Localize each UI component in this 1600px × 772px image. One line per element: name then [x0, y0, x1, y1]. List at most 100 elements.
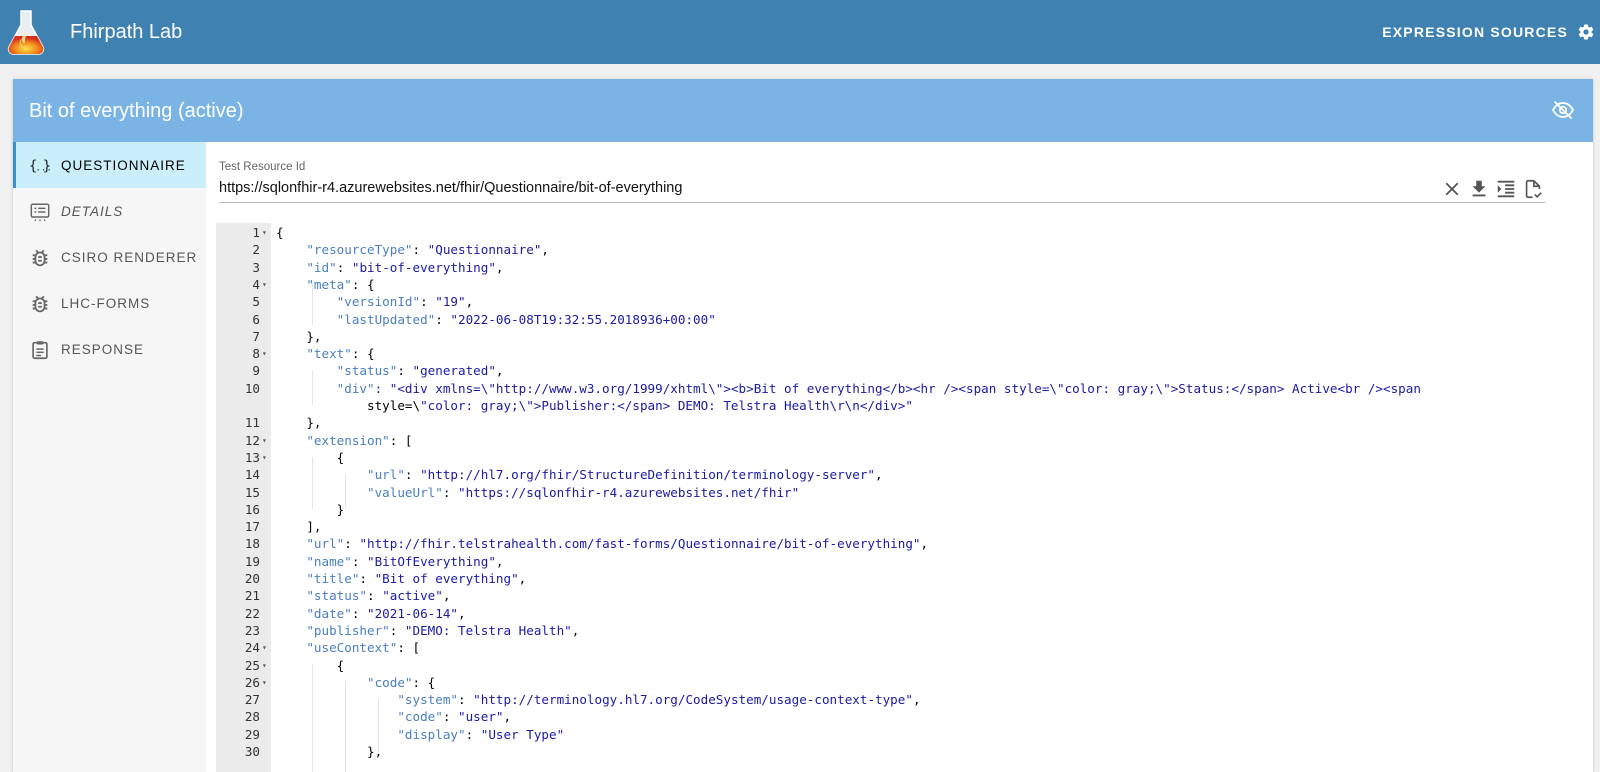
line-number: 29 [244, 726, 260, 742]
code-text: style=\"color: gray;\">Publisher:</span>… [276, 398, 913, 413]
code-text: "div": "<div xmlns=\"http://www.w3.org/1… [336, 380, 1421, 396]
fold-toggle-icon[interactable]: ▾ [262, 449, 267, 466]
fold-toggle-icon[interactable]: ▾ [262, 657, 267, 674]
code-text: "code": { [367, 674, 436, 690]
line-number: 1 [252, 225, 260, 240]
fold-toggle-icon[interactable]: ▾ [262, 674, 267, 691]
code-text: "system": "http://terminology.hl7.org/Co… [397, 692, 921, 708]
line-number: 8 [252, 346, 260, 362]
fold-toggle-icon[interactable]: ▾ [262, 639, 267, 656]
input-underline [219, 202, 1545, 203]
clipboard-icon [32, 341, 48, 360]
line-number: 18 [244, 536, 260, 552]
line-number: 27 [244, 692, 260, 708]
code-text: "status": "generated", [336, 363, 504, 379]
file-check-icon[interactable] [1522, 178, 1544, 200]
test-resource-id-input[interactable]: https://sqlonfhir-r4.azurewebsites.net/f… [219, 179, 1439, 197]
code-text: "valueUrl": "https://sqlonfhir-r4.azurew… [367, 484, 800, 500]
line-number: 6 [252, 311, 260, 327]
download-icon[interactable] [1468, 178, 1490, 200]
bug-report-icon [32, 295, 48, 313]
code-text: "meta": { [306, 276, 375, 292]
line-number: 26 [244, 674, 260, 690]
sidebar-item-response[interactable]: RESPONSE [13, 326, 206, 372]
line-number: 22 [244, 605, 260, 621]
card-header: Bit of everything (active) [13, 79, 1593, 142]
json-braces-icon: { ... } [29, 159, 51, 175]
card-title: Bit of everything (active) [29, 100, 244, 122]
code-text: "versionId": "19", [336, 294, 474, 310]
list-details-icon [30, 203, 50, 222]
line-number: 11 [244, 415, 260, 431]
line-number: 12 [244, 432, 260, 448]
fold-toggle-icon[interactable]: ▾ [262, 345, 267, 362]
line-number: 19 [244, 553, 260, 569]
line-number: 23 [244, 622, 260, 638]
gear-icon[interactable] [1577, 23, 1595, 41]
json-code-editor[interactable]: 1 ▾{2 "resourceType": "Questionnaire", 3 "… [216, 223, 1593, 772]
code-text: "status": "active", [306, 588, 451, 604]
expression-sources-button[interactable]: EXPRESSION SOURCES [1382, 24, 1568, 40]
sidebar-item-label: LHC-FORMS [61, 296, 151, 311]
code-text: "resourceType": "Questionnaire", [306, 242, 549, 258]
line-number: 4 [252, 276, 260, 292]
code-text: "date": "2021-06-14", [306, 605, 466, 621]
questionnaire-card: Bit of everything (active) { ... } QUEST… [13, 79, 1593, 772]
bug-report-icon [32, 249, 48, 267]
line-number: 16 [244, 501, 260, 517]
line-number: 13 [244, 449, 260, 465]
line-number: 25 [244, 657, 260, 673]
visibility-off-icon[interactable] [1551, 98, 1575, 122]
format-indent-icon[interactable] [1495, 178, 1517, 200]
line-number: 10 [244, 380, 260, 396]
sidebar-item-csiro-renderer[interactable]: CSIRO RENDERER [13, 234, 206, 280]
code-text: "id": "bit-of-everything", [306, 259, 504, 275]
flask-logo-icon[interactable] [6, 8, 46, 56]
app-title: Fhirpath Lab [70, 21, 183, 43]
code-text: "url": "http://hl7.org/fhir/StructureDef… [367, 467, 883, 483]
line-number: 3 [252, 259, 260, 275]
sidebar-item-label: QUESTIONNAIRE [61, 158, 186, 173]
code-text: } [276, 501, 345, 517]
code-text: ], [276, 519, 322, 535]
sidebar-item-questionnaire[interactable]: { ... } QUESTIONNAIRE [13, 142, 206, 188]
line-number: 5 [252, 294, 260, 310]
sidebar-item-label: CSIRO RENDERER [61, 250, 198, 265]
sidebar-item-details[interactable]: DETAILS [13, 188, 206, 234]
sidebar-item-lhc-forms[interactable]: LHC-FORMS [13, 280, 206, 326]
code-text: "text": { [306, 346, 375, 362]
code-text: }, [276, 328, 322, 344]
line-number: 14 [244, 467, 260, 483]
line-number: 30 [244, 744, 260, 759]
line-number: 7 [252, 328, 260, 344]
clear-icon[interactable] [1441, 178, 1463, 200]
code-text: }, [276, 415, 322, 431]
fold-toggle-icon[interactable]: ▾ [262, 276, 267, 293]
fold-toggle-icon[interactable]: ▾ [262, 224, 267, 241]
code-text: "name": "BitOfEverything", [306, 553, 504, 569]
code-text: "display": "User Type" [397, 726, 565, 742]
svg-text:}: } [43, 159, 51, 175]
app-bar: Fhirpath Lab EXPRESSION SOURCES [0, 0, 1600, 64]
code-text: "title": "Bit of everything", [306, 571, 527, 586]
code-text: "url": "http://fhir.telstrahealth.com/fa… [306, 536, 929, 552]
sidebar-item-label: RESPONSE [61, 342, 145, 357]
code-text: "useContext": [ [306, 640, 421, 656]
code-text: }, [276, 744, 383, 759]
line-number: 15 [244, 484, 260, 500]
code-text: "publisher": "DEMO: Telstra Health", [306, 622, 580, 638]
code-text: "lastUpdated": "2022-06-08T19:32:55.2018… [336, 311, 716, 327]
fold-toggle-icon[interactable]: ▾ [262, 432, 267, 449]
code-text: "extension": [ [306, 432, 413, 448]
code-text: { [276, 225, 284, 240]
code-text: "code": "user", [397, 709, 512, 725]
sidebar-item-label: DETAILS [61, 204, 124, 219]
code-text: { [276, 657, 345, 673]
line-number: 21 [244, 588, 260, 604]
line-number: 24 [244, 640, 260, 656]
line-number: 20 [244, 571, 260, 586]
sidebar: { ... } QUESTIONNAIRE DETAILS CSIRO REND… [13, 142, 206, 772]
test-resource-id-label: Test Resource Id [219, 161, 306, 173]
line-number: 2 [252, 242, 260, 258]
line-number: 28 [244, 709, 260, 725]
